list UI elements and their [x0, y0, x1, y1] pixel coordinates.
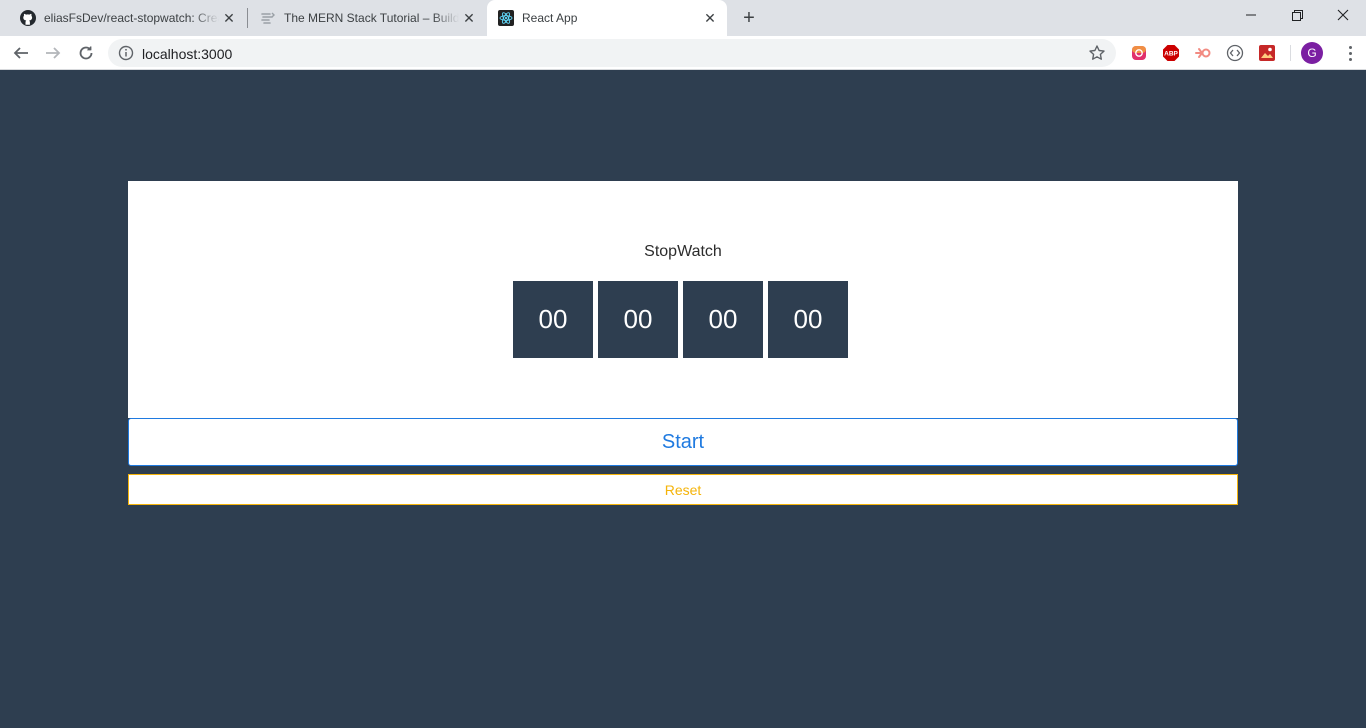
new-tab-button[interactable]: + — [737, 6, 761, 30]
tab-mern-tutorial[interactable]: The MERN Stack Tutorial – Buildin ✕ — [248, 0, 486, 36]
time-segment: 00 — [683, 281, 763, 358]
reload-icon[interactable] — [73, 40, 99, 66]
github-icon — [20, 10, 36, 26]
address-url: localhost:3000 — [142, 46, 233, 62]
toolbar-separator — [1290, 45, 1291, 61]
minimize-window-icon[interactable] — [1228, 0, 1274, 30]
time-segment: 00 — [513, 281, 593, 358]
svg-text:ABP: ABP — [1164, 51, 1178, 58]
tab-title: React App — [522, 11, 578, 25]
tab-github[interactable]: eliasFsDev/react-stopwatch: Crea ✕ — [8, 0, 246, 36]
extension-share-icon[interactable] — [1194, 44, 1212, 62]
restore-window-icon[interactable] — [1274, 0, 1320, 30]
start-button[interactable]: Start — [128, 418, 1238, 466]
extension-adblock-icon[interactable]: ABP — [1162, 44, 1180, 62]
tab-title: The MERN Stack Tutorial – Buildin — [284, 11, 459, 25]
close-window-icon[interactable] — [1320, 0, 1366, 30]
address-bar[interactable]: localhost:3000 — [108, 39, 1116, 67]
profile-avatar[interactable]: G — [1301, 42, 1323, 64]
time-display: 00 00 00 00 — [513, 281, 848, 358]
stopwatch-card: StopWatch 00 00 00 00 — [128, 181, 1238, 418]
stopwatch-title: StopWatch — [644, 243, 722, 260]
tab-title: eliasFsDev/react-stopwatch: Crea — [44, 11, 219, 25]
bookmark-star-icon[interactable] — [1088, 44, 1106, 62]
back-arrow-icon[interactable] — [8, 40, 34, 66]
freecodecamp-icon — [260, 10, 276, 26]
close-tab-icon[interactable]: ✕ — [220, 9, 238, 27]
react-icon — [498, 10, 514, 26]
close-tab-icon[interactable]: ✕ — [460, 9, 478, 27]
reset-button[interactable]: Reset — [128, 474, 1238, 505]
extension-instagram-icon[interactable] — [1130, 44, 1148, 62]
forward-arrow-icon[interactable] — [40, 40, 66, 66]
time-segment: 00 — [768, 281, 848, 358]
extension-image-icon[interactable] — [1258, 44, 1276, 62]
browser-menu-icon[interactable] — [1340, 43, 1360, 63]
tab-strip: eliasFsDev/react-stopwatch: Crea ✕ The M… — [0, 0, 1366, 36]
close-tab-icon[interactable]: ✕ — [701, 9, 719, 27]
extension-devtools-icon[interactable] — [1226, 44, 1244, 62]
site-info-icon[interactable] — [118, 45, 134, 61]
time-segment: 00 — [598, 281, 678, 358]
tab-react-app[interactable]: React App ✕ — [487, 0, 727, 36]
browser-toolbar: localhost:3000 ABP G — [0, 36, 1366, 70]
